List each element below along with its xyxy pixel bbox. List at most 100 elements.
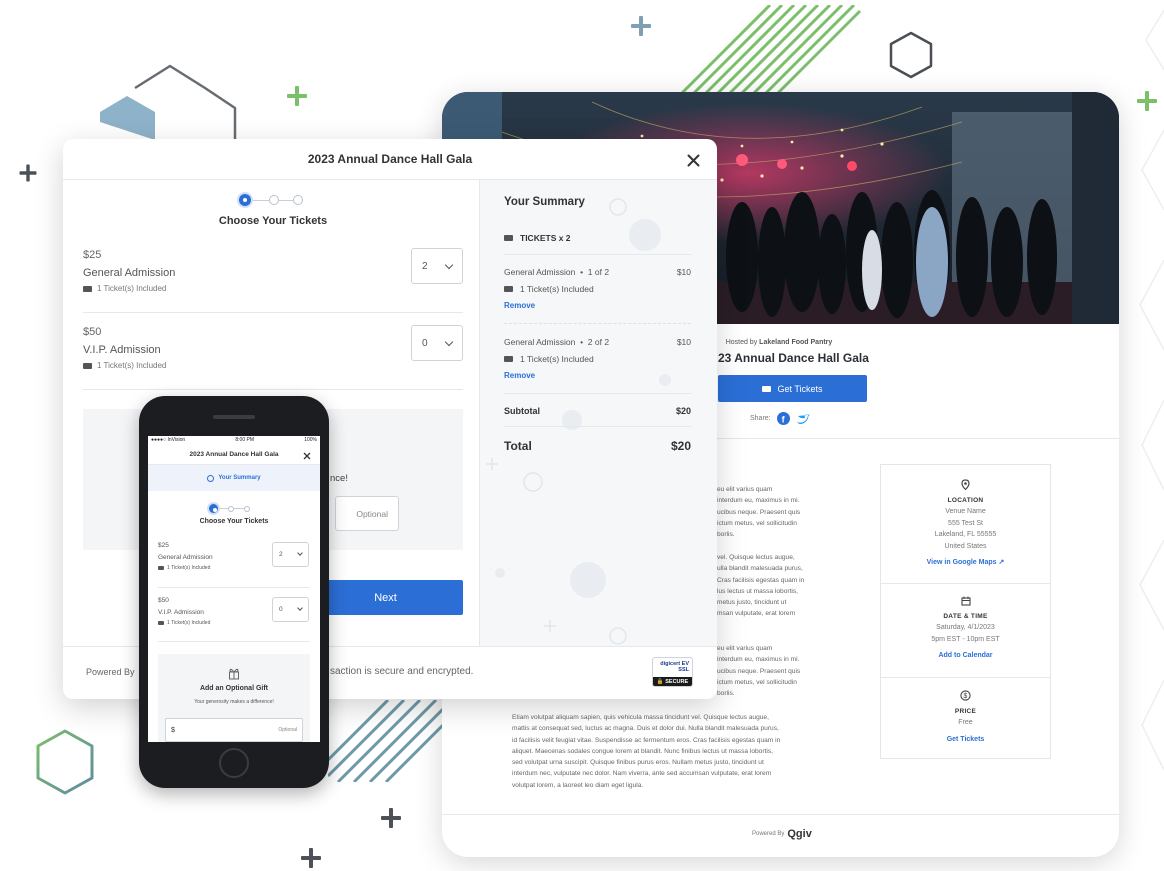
step-3 (293, 195, 303, 205)
ticket-name: V.I.P. Admission (83, 344, 161, 356)
gift-optional-placeholder: Optional (356, 508, 388, 519)
plus-icon (631, 16, 651, 36)
share-label: Share: (750, 415, 771, 422)
item-amount: $10 (676, 337, 691, 347)
ticket-price: $25 (158, 542, 169, 549)
divider (83, 389, 463, 390)
ticket-quantity-select[interactable]: 2 (411, 248, 463, 284)
progress-stepper (209, 504, 250, 513)
date-time-section: DATE & TIME Saturday, 4/1/2023 5pm EST -… (881, 596, 1050, 662)
chevron-down-icon (297, 550, 303, 556)
event-description-p2: vel. Quisque lectus augue, ulla blandit m… (717, 554, 805, 618)
phone-speaker (213, 415, 255, 419)
decorative-hexagon-small (889, 31, 933, 79)
step-connector (218, 508, 228, 509)
gift-amount-input[interactable]: $ Optional (165, 718, 303, 742)
plus-icon (301, 848, 321, 868)
ticket-icon (158, 566, 164, 570)
quantity-value: 2 (279, 551, 283, 558)
phone-screen: ●●●●○ InVision 8:00 PM 100% 2023 Annual … (148, 436, 320, 742)
quantity-value: 0 (422, 337, 428, 349)
event-date: Saturday, 4/1/2023 (936, 624, 995, 631)
facebook-icon[interactable]: f (776, 412, 790, 425)
location-heading: LOCATION (947, 496, 984, 504)
gift-amount-input[interactable]: Optional (335, 496, 399, 531)
your-summary-toggle[interactable]: Your Summary (148, 465, 320, 491)
item-name: General Admission (504, 267, 576, 277)
twitter-icon[interactable] (796, 413, 810, 425)
next-button[interactable]: Next (308, 580, 463, 615)
host-name[interactable]: Lakeland Food Pantry (759, 339, 832, 346)
get-tickets-button[interactable]: Get Tickets (718, 375, 867, 402)
decorative-stripes-green (678, 5, 862, 97)
step-connector (234, 508, 244, 509)
item-amount: $10 (676, 267, 691, 277)
total-row: Total $20 (504, 439, 691, 453)
datetime-heading: DATE & TIME (943, 612, 988, 620)
step-2 (269, 195, 279, 205)
ticket-included: 1 Ticket(s) Included (167, 620, 211, 626)
price-get-tickets-link[interactable]: Get Tickets (881, 734, 1050, 746)
quantity-value: 2 (422, 260, 428, 272)
ticket-price: $25 (83, 249, 102, 261)
ticket-option-vip: $50 V.I.P. Admission 1 Ticket(s) Include… (158, 597, 210, 626)
venue-street: 555 Test St (948, 519, 983, 527)
ticket-included: 1 Ticket(s) Included (97, 361, 167, 370)
location-section: LOCATION Venue Name 555 Test St Lakeland… (881, 479, 1050, 569)
step-connector (279, 199, 293, 201)
price-heading: PRICE (954, 707, 977, 715)
ticket-option-general: $25 General Admission 1 Ticket(s) Includ… (83, 249, 175, 293)
ticket-quantity-select[interactable]: 2 (272, 542, 309, 567)
summary-panel: Your Summary TICKETS x 2 General Admissi… (479, 180, 717, 646)
event-description-p3: eu elit varius quam interdum eu, maximus … (717, 645, 801, 698)
step-3 (244, 505, 250, 512)
decorative-stripes-slate (328, 700, 443, 782)
close-icon[interactable] (687, 154, 700, 167)
get-tickets-label: Get Tickets (777, 383, 823, 394)
external-link-icon: ↗ (998, 559, 1005, 566)
battery: 100% (304, 437, 317, 443)
item-name: General Admission (504, 337, 576, 347)
ticket-icon (504, 286, 513, 292)
chevron-down-icon (297, 605, 303, 611)
ticket-icon (504, 235, 513, 241)
optional-gift-panel: Add an Optional Gift Your generosity mak… (158, 654, 310, 742)
ticket-quantity-select[interactable]: 0 (272, 597, 309, 622)
modal-title: 2023 Annual Dance Hall Gala (307, 152, 473, 166)
divider (158, 641, 310, 642)
mobile-phone-mockup: ●●●●○ InVision 8:00 PM 100% 2023 Annual … (139, 396, 329, 788)
gift-optional-placeholder: Optional (278, 727, 297, 733)
ticket-name: V.I.P. Admission (158, 609, 204, 616)
gift-subtitle: Your generosity makes a difference! (194, 699, 274, 705)
step-connector (251, 199, 269, 201)
venue-country: United States (944, 542, 987, 550)
add-to-calendar-link[interactable]: Add to Calendar (881, 650, 1050, 662)
divider (504, 426, 691, 427)
phone-home-button (219, 748, 249, 778)
summary-icon (207, 474, 215, 482)
subtotal-label: Subtotal (504, 406, 540, 416)
divider (881, 677, 1050, 678)
ticket-price: $50 (83, 326, 102, 338)
decorative-hexagon-gradient (36, 729, 94, 795)
ticket-option-vip: $50 V.I.P. Admission 1 Ticket(s) Include… (83, 326, 166, 370)
venue-city: Lakeland, FL 55555 (934, 531, 997, 538)
tickets-count-row: TICKETS x 2 (504, 233, 571, 243)
step-1-active (239, 194, 251, 206)
event-time: 5pm EST - 10pm EST (931, 635, 1000, 643)
venue-name: Venue Name (945, 508, 986, 515)
ticket-quantity-select[interactable]: 0 (411, 325, 463, 361)
summary-line-item: General Admission • 2 of 2 $10 1 Ticket(… (504, 337, 691, 380)
svg-text:$: $ (963, 693, 967, 700)
close-icon[interactable] (303, 452, 311, 460)
qgiv-logo: Qgiv (787, 828, 812, 840)
google-maps-link[interactable]: View in Google Maps ↗ (881, 557, 1050, 569)
item-included: 1 Ticket(s) Included (520, 284, 594, 294)
remove-item-link[interactable]: Remove (504, 301, 691, 310)
divider (442, 814, 1119, 815)
powered-by-footer: Powered By Qgiv (752, 828, 812, 840)
remove-item-link[interactable]: Remove (504, 371, 691, 380)
marketing-composite: Hosted by Lakeland Food Pantry 23 Annual… (0, 0, 1164, 871)
gift-icon (229, 668, 239, 680)
decorative-hex-pattern (1139, 9, 1164, 771)
